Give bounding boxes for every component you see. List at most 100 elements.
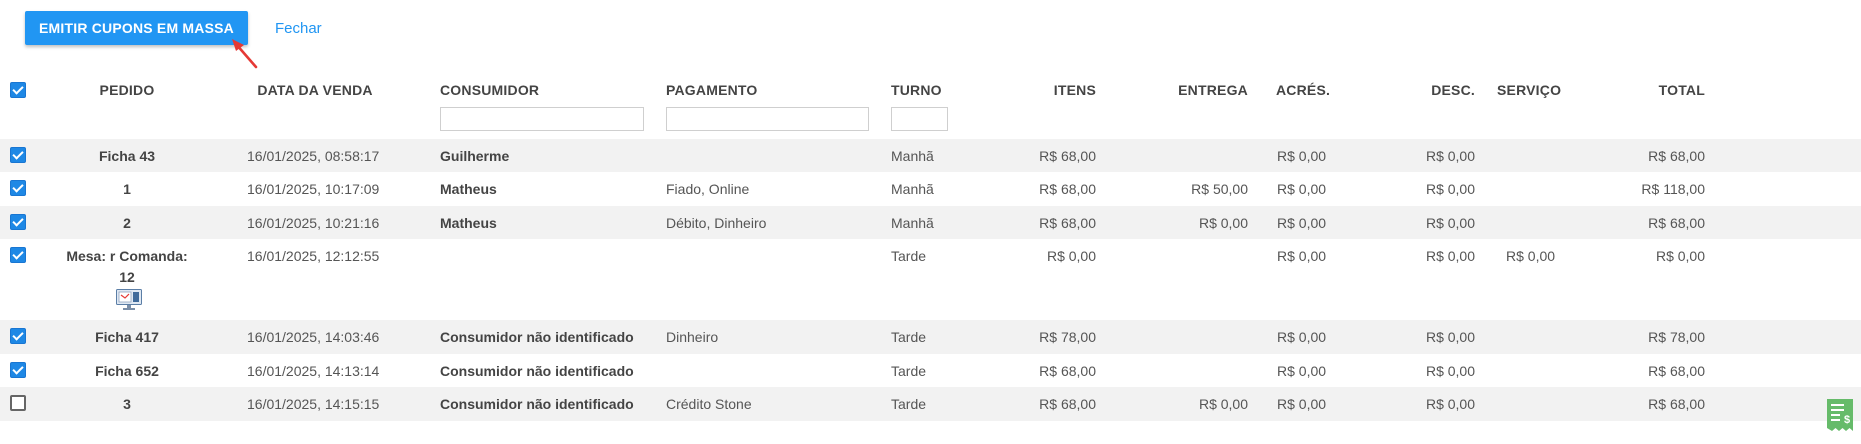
desc-cell: R$ 0,00 [1425, 396, 1475, 412]
pedido-cell: Ficha 43 [98, 148, 156, 164]
total-cell: R$ 0,00 [1655, 248, 1705, 264]
row-checkbox[interactable] [10, 328, 26, 344]
desc-cell: R$ 0,00 [1425, 148, 1475, 164]
entrega-cell: R$ 50,00 [1191, 181, 1248, 197]
header-turno[interactable]: TURNO [891, 82, 942, 98]
select-all-checkbox[interactable] [10, 82, 26, 98]
red-arrow-icon [232, 39, 258, 69]
header-data[interactable]: DATA DA VENDA [245, 82, 385, 98]
pagamento-cell: Dinheiro [666, 329, 719, 345]
pedido-cell: 2 [123, 215, 131, 231]
close-link[interactable]: Fechar [275, 20, 322, 37]
receipt-icon[interactable]: $ [1826, 398, 1854, 434]
pagamento-cell: Débito, Dinheiro [666, 215, 767, 231]
data-cell: 16/01/2025, 10:17:09 [247, 181, 380, 197]
pagamento-filter-input[interactable] [666, 107, 869, 131]
consumidor-cell: Consumidor não identificado [440, 329, 634, 345]
desc-cell: R$ 0,00 [1425, 248, 1475, 264]
consumidor-cell: Guilherme [440, 148, 510, 164]
row-checkbox[interactable] [10, 214, 26, 230]
table-row[interactable]: 2 16/01/2025, 10:21:16 Matheus Débito, D… [0, 206, 1861, 239]
acres-cell: R$ 0,00 [1277, 329, 1327, 345]
header-desc[interactable]: DESC. [1375, 82, 1475, 98]
acres-cell: R$ 0,00 [1277, 363, 1327, 379]
pedido-cell: Ficha 652 [95, 363, 159, 379]
table-row[interactable]: Mesa: r Comanda: 12 16/01/2025, 12:12:55… [0, 239, 1861, 320]
pedido-cell: 3 [123, 396, 131, 412]
itens-cell: R$ 68,00 [1039, 363, 1096, 379]
pedido-cell-line2: 12 [119, 269, 135, 285]
total-cell: R$ 68,00 [1648, 148, 1705, 164]
row-checkbox[interactable] [10, 247, 26, 263]
monitor-icon[interactable] [116, 289, 142, 311]
header-consumidor[interactable]: CONSUMIDOR [440, 82, 539, 98]
consumidor-cell: Matheus [440, 215, 497, 231]
itens-cell: R$ 68,00 [1039, 215, 1096, 231]
acres-cell: R$ 0,00 [1277, 248, 1327, 264]
consumidor-filter-input[interactable] [440, 107, 644, 131]
total-cell: R$ 68,00 [1648, 363, 1705, 379]
table-row[interactable]: Ficha 43 16/01/2025, 08:58:17 Guilherme … [0, 139, 1861, 172]
header-pedido[interactable]: PEDIDO [67, 82, 187, 98]
turno-cell: Tarde [891, 363, 927, 379]
toolbar: EMITIR CUPONS EM MASSA Fechar [25, 11, 322, 45]
itens-cell: R$ 78,00 [1039, 329, 1096, 345]
acres-cell: R$ 0,00 [1277, 396, 1327, 412]
total-cell: R$ 68,00 [1648, 215, 1705, 231]
pagamento-cell: Crédito Stone [666, 396, 752, 412]
consumidor-cell: Consumidor não identificado [440, 396, 634, 412]
turno-cell: Manhã [891, 215, 934, 231]
pagamento-cell: Fiado, Online [666, 181, 750, 197]
data-cell: 16/01/2025, 14:13:14 [247, 363, 380, 379]
data-cell: 16/01/2025, 12:12:55 [247, 248, 380, 264]
turno-cell: Manhã [891, 148, 934, 164]
data-cell: 16/01/2025, 14:15:15 [247, 396, 380, 412]
itens-cell: R$ 68,00 [1039, 396, 1096, 412]
turno-cell: Tarde [891, 329, 927, 345]
header-acres[interactable]: ACRÉS. [1276, 82, 1330, 98]
itens-cell: R$ 0,00 [1046, 248, 1096, 264]
desc-cell: R$ 0,00 [1425, 329, 1475, 345]
acres-cell: R$ 0,00 [1277, 181, 1327, 197]
table-row[interactable]: Ficha 652 16/01/2025, 14:13:14 Consumido… [0, 354, 1861, 387]
turno-cell: Tarde [891, 396, 927, 412]
acres-cell: R$ 0,00 [1277, 215, 1327, 231]
pedido-cell: Ficha 417 [95, 329, 159, 345]
itens-cell: R$ 68,00 [1039, 181, 1096, 197]
row-checkbox[interactable] [10, 147, 26, 163]
table-row[interactable]: Ficha 417 16/01/2025, 14:03:46 Consumido… [0, 320, 1861, 354]
header-total[interactable]: TOTAL [1605, 82, 1705, 98]
data-cell: 16/01/2025, 10:21:16 [247, 215, 380, 231]
entrega-cell: R$ 0,00 [1198, 396, 1248, 412]
desc-cell: R$ 0,00 [1425, 181, 1475, 197]
servico-cell: R$ 0,00 [1506, 248, 1556, 264]
itens-cell: R$ 68,00 [1039, 148, 1096, 164]
emit-coupons-button[interactable]: EMITIR CUPONS EM MASSA [25, 11, 248, 45]
turno-cell: Tarde [891, 248, 927, 264]
acres-cell: R$ 0,00 [1277, 148, 1327, 164]
data-cell: 16/01/2025, 14:03:46 [247, 329, 380, 345]
total-cell: R$ 118,00 [1641, 181, 1705, 197]
turno-filter-input[interactable] [891, 107, 948, 131]
header-entrega[interactable]: ENTREGA [1148, 82, 1248, 98]
row-checkbox[interactable] [10, 362, 26, 378]
desc-cell: R$ 0,00 [1425, 215, 1475, 231]
header-servico[interactable]: SERVIÇO [1497, 82, 1561, 98]
data-cell: 16/01/2025, 08:58:17 [247, 148, 380, 164]
pedido-cell: 1 [123, 181, 131, 197]
table-row[interactable]: 1 16/01/2025, 10:17:09 Matheus Fiado, On… [0, 172, 1861, 206]
row-checkbox[interactable] [10, 395, 26, 411]
desc-cell: R$ 0,00 [1425, 363, 1475, 379]
header-pagamento[interactable]: PAGAMENTO [666, 82, 758, 98]
total-cell: R$ 68,00 [1648, 396, 1705, 412]
header-itens[interactable]: ITENS [996, 82, 1096, 98]
consumidor-cell: Consumidor não identificado [440, 363, 634, 379]
row-checkbox[interactable] [10, 180, 26, 196]
turno-cell: Manhã [891, 181, 934, 197]
entrega-cell: R$ 0,00 [1198, 215, 1248, 231]
consumidor-cell: Matheus [440, 181, 497, 197]
total-cell: R$ 78,00 [1648, 329, 1705, 345]
table-row[interactable]: 3 16/01/2025, 14:15:15 Consumidor não id… [0, 387, 1861, 421]
pedido-cell-line1: Mesa: r Comanda: [66, 248, 188, 264]
svg-text:$: $ [1844, 414, 1850, 426]
